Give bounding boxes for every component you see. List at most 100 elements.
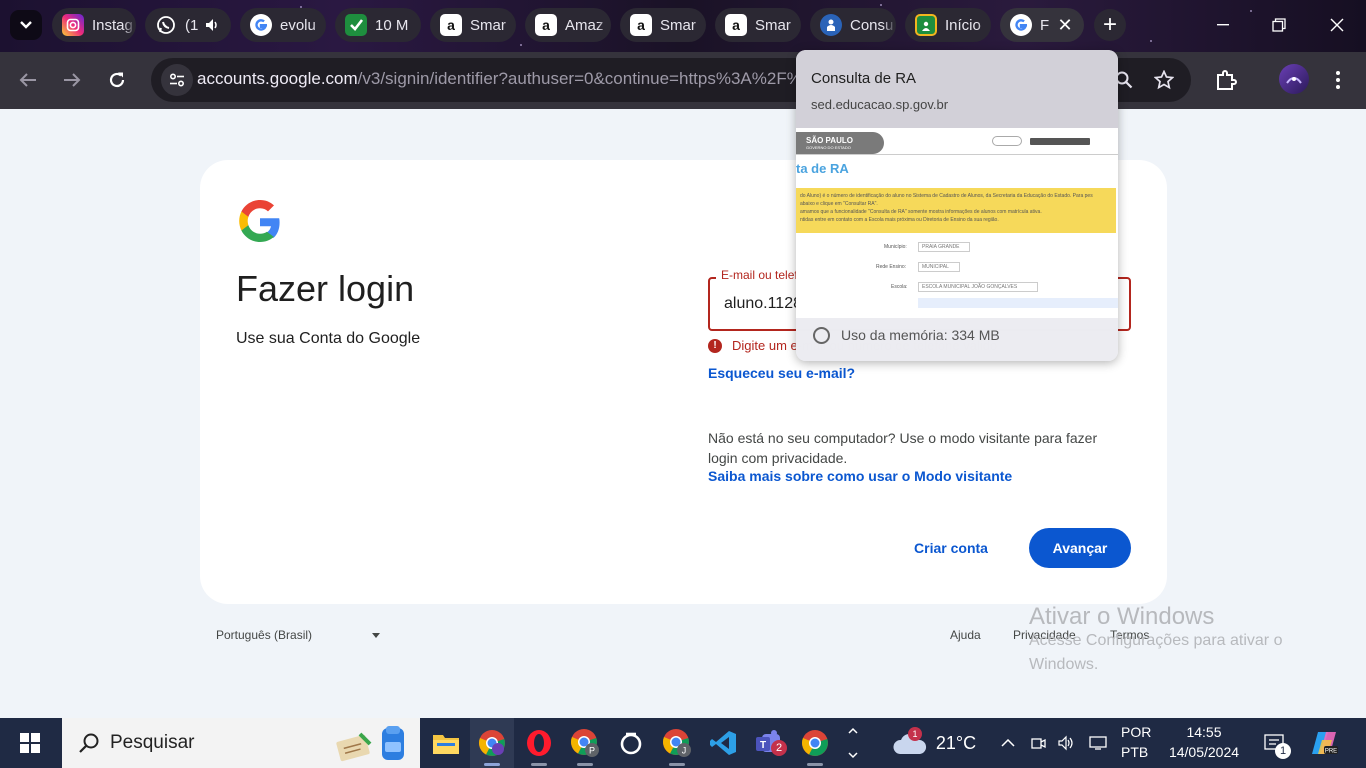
site-info-button[interactable] (161, 64, 193, 96)
language-label: Português (Brasil) (216, 628, 313, 642)
taskbar: Pesquisar P J T 2 1 21°C POR PTB 14:55 1… (0, 718, 1366, 768)
guest-mode-link[interactable]: Saiba mais sobre como usar o Modo visita… (708, 468, 1012, 484)
tab-search-button[interactable] (10, 10, 42, 40)
profile-avatar[interactable] (1279, 64, 1309, 94)
search-highlight-illustration (336, 726, 404, 762)
preview-rede-label: Rede Ensino: (876, 264, 907, 270)
weather-badge: 1 (908, 727, 922, 741)
arrow-left-icon (19, 73, 36, 87)
tab-label: (1 (185, 16, 199, 34)
taskbar-vscode[interactable] (701, 718, 745, 768)
copilot-button[interactable]: PRE (1304, 718, 1344, 768)
preview-banner-sub: GOVERNO DO ESTADO (806, 145, 851, 150)
taskbar-chrome-profile-j[interactable]: J (655, 718, 699, 768)
input-language[interactable]: POR PTB (1121, 724, 1151, 760)
close-tab-icon[interactable]: ✕ (1054, 15, 1076, 36)
notification-center[interactable]: 1 (1258, 718, 1292, 768)
next-button[interactable]: Avançar (1029, 528, 1131, 568)
memory-gauge-icon (813, 327, 830, 344)
scroll-arrows-icon (848, 727, 858, 759)
chevron-up-icon (1001, 739, 1015, 747)
forward-button[interactable] (55, 64, 89, 96)
taskbar-chrome-profile-p[interactable]: P (563, 718, 607, 768)
close-icon (1330, 18, 1344, 32)
hover-card-url: sed.educacao.sp.gov.br (811, 97, 949, 112)
language-code: POR (1121, 724, 1152, 740)
new-tab-button[interactable]: + (1094, 9, 1126, 41)
guest-mode-text: Não está no seu computador? Use o modo v… (708, 430, 1098, 466)
tab-label: 10 M (375, 16, 409, 34)
hover-card-header (796, 50, 1118, 128)
svg-text:J: J (682, 746, 687, 756)
weather-temp: 21°C (935, 732, 977, 753)
tab-active-google[interactable]: F ✕ (1000, 8, 1084, 42)
hover-card-preview: SÃO PAULO GOVERNO DO ESTADO ta de RA do A… (796, 128, 1118, 318)
taskbar-teams[interactable]: T 2 (747, 718, 791, 768)
help-link[interactable]: Ajuda (950, 628, 981, 642)
hover-card-footer: Uso da memória: 334 MB (796, 318, 1118, 361)
vscode-icon (710, 731, 736, 755)
tray-meet-now[interactable] (1027, 718, 1049, 768)
keyboard-layout: PTB (1121, 744, 1149, 760)
reload-button[interactable] (100, 64, 134, 96)
tab-label: evolu (280, 16, 316, 34)
plus-icon: + (1102, 11, 1117, 38)
weather-widget[interactable]: 1 21°C (884, 718, 984, 768)
tab-amazon-2[interactable]: a Amaz (525, 8, 611, 42)
tab-label: Amaz (565, 16, 604, 34)
tab-inicio[interactable]: Início (905, 8, 991, 42)
tray-overflow-button[interactable] (997, 718, 1019, 768)
chrome-icon: P (571, 729, 599, 757)
tab-consulta[interactable]: Consu (810, 8, 896, 42)
menu-button[interactable] (1324, 66, 1352, 94)
checkmark-icon (345, 14, 367, 36)
back-button[interactable] (11, 64, 45, 96)
preview-divider (796, 154, 1118, 155)
tab-10m[interactable]: 10 M (335, 8, 421, 42)
tab-amazon-1[interactable]: a Smar (430, 8, 516, 42)
tab-label: Smar (660, 16, 696, 34)
kebab-menu-icon (1336, 71, 1340, 89)
search-icon (79, 733, 99, 753)
taskbar-opera[interactable] (517, 718, 561, 768)
preview-heading: ta de RA (796, 161, 849, 176)
tab-label: Início (945, 16, 981, 34)
start-button[interactable] (8, 718, 52, 768)
tab-amazon-3[interactable]: a Smar (620, 8, 706, 42)
tray-volume[interactable] (1055, 718, 1077, 768)
tab-amazon-4[interactable]: a Smar (715, 8, 801, 42)
running-indicator (807, 763, 823, 766)
restore-button[interactable] (1256, 8, 1302, 42)
preview-text: do Aluno) é o número de identificação do… (800, 193, 1093, 199)
tab-whatsapp[interactable]: (1 (145, 8, 231, 42)
watermark-line: Acesse Configurações para ativar o (1029, 632, 1283, 649)
taskbar-search[interactable]: Pesquisar (62, 718, 420, 768)
windows-activation-watermark: Ativar o Windows Acesse Configurações pa… (1029, 605, 1282, 677)
taskbar-copilot-app[interactable] (609, 718, 653, 768)
volume-icon (1058, 735, 1073, 751)
preview-text: ntidas entre em contato com a Escola mai… (800, 217, 999, 223)
speaker-icon[interactable] (204, 17, 220, 33)
preview-municipio-label: Município: (884, 244, 907, 250)
forgot-email-link[interactable]: Esqueceu seu e-mail? (708, 365, 855, 381)
taskbar-chrome-active[interactable] (470, 718, 514, 768)
tab-label: Smar (470, 16, 506, 34)
taskbar-file-explorer[interactable] (424, 718, 468, 768)
clock[interactable]: 14:55 14/05/2024 (1164, 724, 1244, 760)
tab-evolu[interactable]: evolu (240, 8, 326, 42)
bookmark-button[interactable] (1150, 66, 1178, 94)
chevron-down-icon (20, 21, 32, 29)
tray-network[interactable] (1085, 718, 1111, 768)
create-account-button[interactable]: Criar conta (907, 528, 995, 568)
chrome-icon (479, 730, 505, 756)
page-subtitle: Use sua Conta do Google (236, 330, 421, 347)
extensions-button[interactable] (1212, 66, 1240, 94)
preview-notice: do Aluno) é o número de identificação do… (796, 188, 1116, 233)
minimize-button[interactable] (1200, 8, 1246, 42)
close-window-button[interactable] (1314, 8, 1360, 42)
sed-icon (820, 14, 842, 36)
taskbar-scroll[interactable] (842, 718, 864, 768)
tab-instagram[interactable]: Instag (52, 8, 136, 42)
language-select[interactable]: Português (Brasil) (208, 621, 388, 651)
taskbar-chrome[interactable] (793, 718, 837, 768)
